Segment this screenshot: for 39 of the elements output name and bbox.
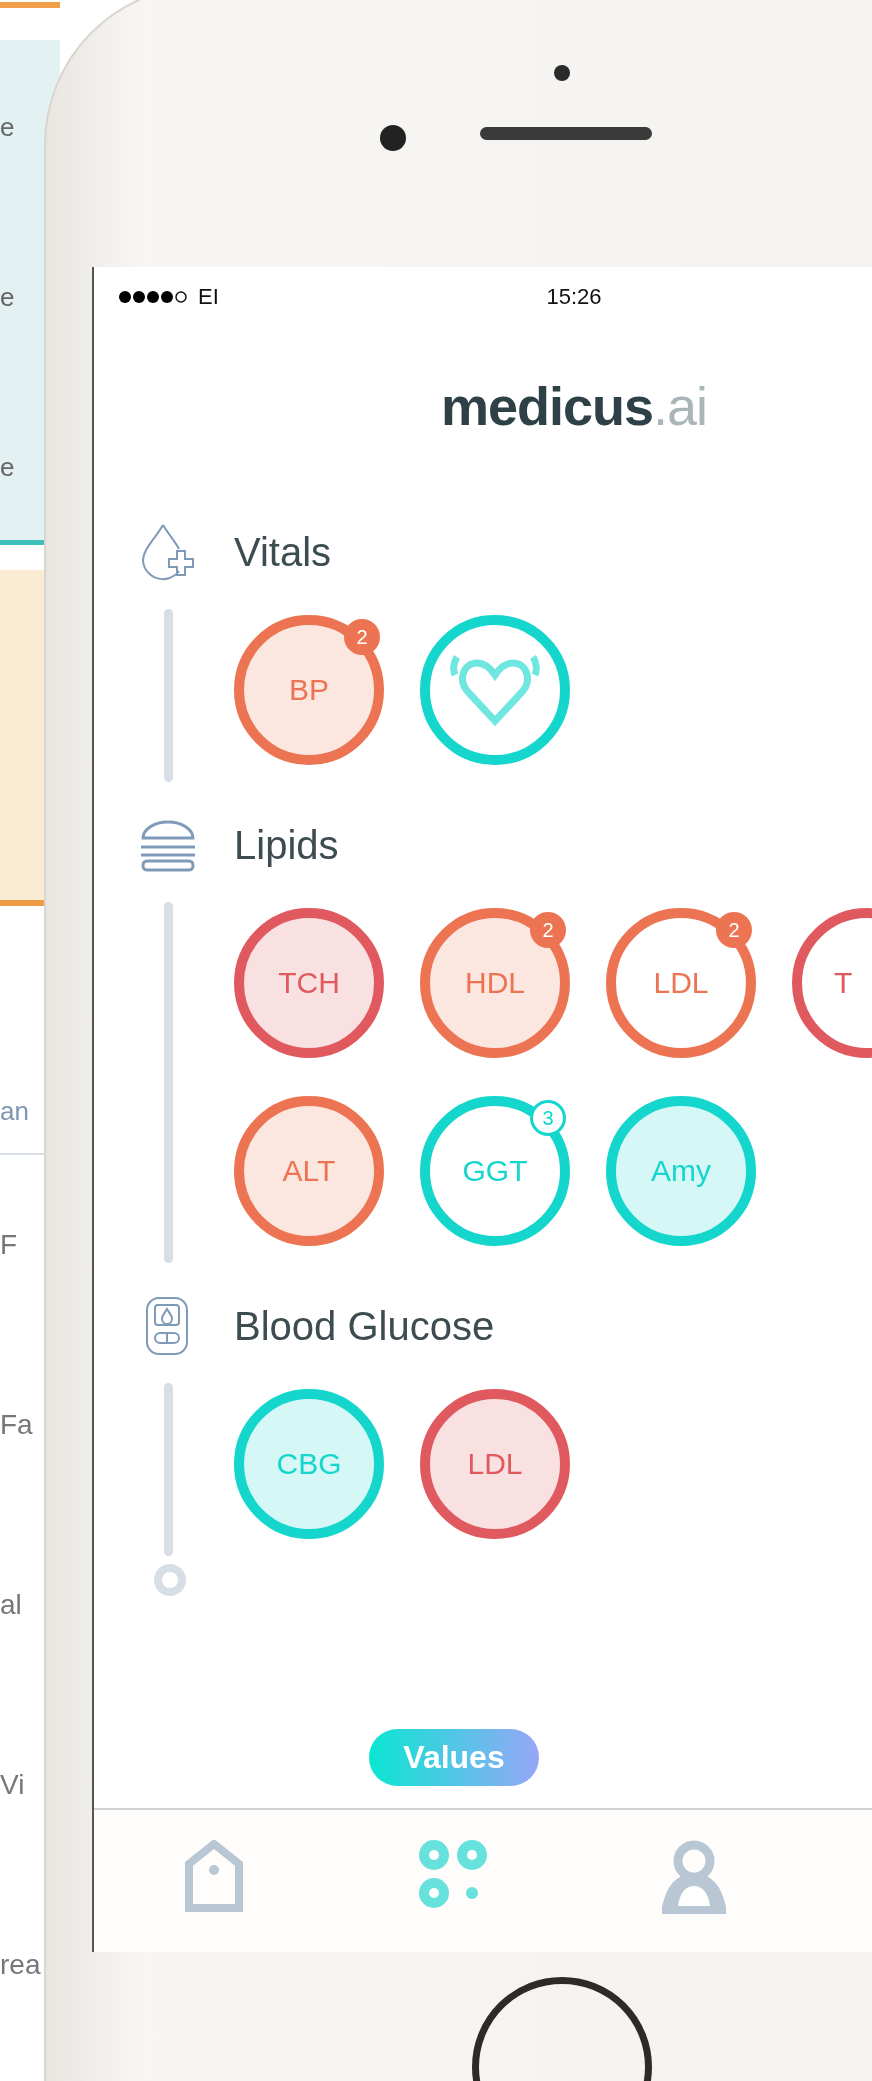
list-text-fragment: Fa bbox=[0, 1409, 33, 1441]
list-text-fragment: al bbox=[0, 1589, 22, 1621]
test-circle[interactable]: Amy bbox=[606, 1096, 756, 1246]
test-circle[interactable]: T bbox=[792, 908, 872, 1058]
tab-button[interactable] bbox=[183, 1840, 245, 1915]
tab-button[interactable] bbox=[662, 1840, 726, 1917]
panel-text-fragment: e bbox=[0, 452, 16, 482]
test-circle[interactable]: HDL 2 bbox=[420, 908, 570, 1058]
values-button[interactable]: Values bbox=[369, 1729, 539, 1786]
signal-icon bbox=[118, 290, 190, 304]
list-text-fragment: F bbox=[0, 1229, 18, 1261]
test-circle[interactable]: LDL bbox=[420, 1389, 570, 1539]
section-title: Blood Glucose bbox=[234, 1303, 495, 1350]
test-circle[interactable]: LDL 2 bbox=[606, 908, 756, 1058]
timeline-end bbox=[154, 1564, 186, 1596]
status-time: 15:26 bbox=[546, 284, 602, 310]
phone-sensor bbox=[554, 65, 570, 81]
home-icon bbox=[183, 1840, 245, 1912]
count-badge: 2 bbox=[530, 912, 566, 948]
section-title: Lipids bbox=[234, 822, 339, 869]
test-circle[interactable]: CBG bbox=[234, 1389, 384, 1539]
test-circle[interactable]: GGT 3 bbox=[420, 1096, 570, 1246]
section-title: Vitals bbox=[234, 529, 332, 576]
test-circle[interactable]: ALT bbox=[234, 1096, 384, 1246]
phone-camera bbox=[380, 125, 406, 151]
heart-icon bbox=[449, 653, 541, 727]
panel-text-fragment: e bbox=[0, 282, 16, 312]
test-circle[interactable]: TCH bbox=[234, 908, 384, 1058]
app-logo: medicus.ai bbox=[440, 375, 708, 437]
person-icon bbox=[662, 1840, 726, 1914]
panel-text-fragment: e bbox=[0, 112, 16, 142]
count-badge: 2 bbox=[716, 912, 752, 948]
grid-dots-icon bbox=[419, 1840, 489, 1910]
count-badge: 3 bbox=[530, 1100, 566, 1136]
test-circle[interactable]: BP 2 bbox=[234, 615, 384, 765]
list-text-fragment: rea bbox=[0, 1949, 41, 1981]
list-text-fragment: Vi bbox=[0, 1769, 25, 1801]
count-badge: 2 bbox=[344, 619, 380, 655]
carrier-name: EI bbox=[198, 284, 219, 310]
